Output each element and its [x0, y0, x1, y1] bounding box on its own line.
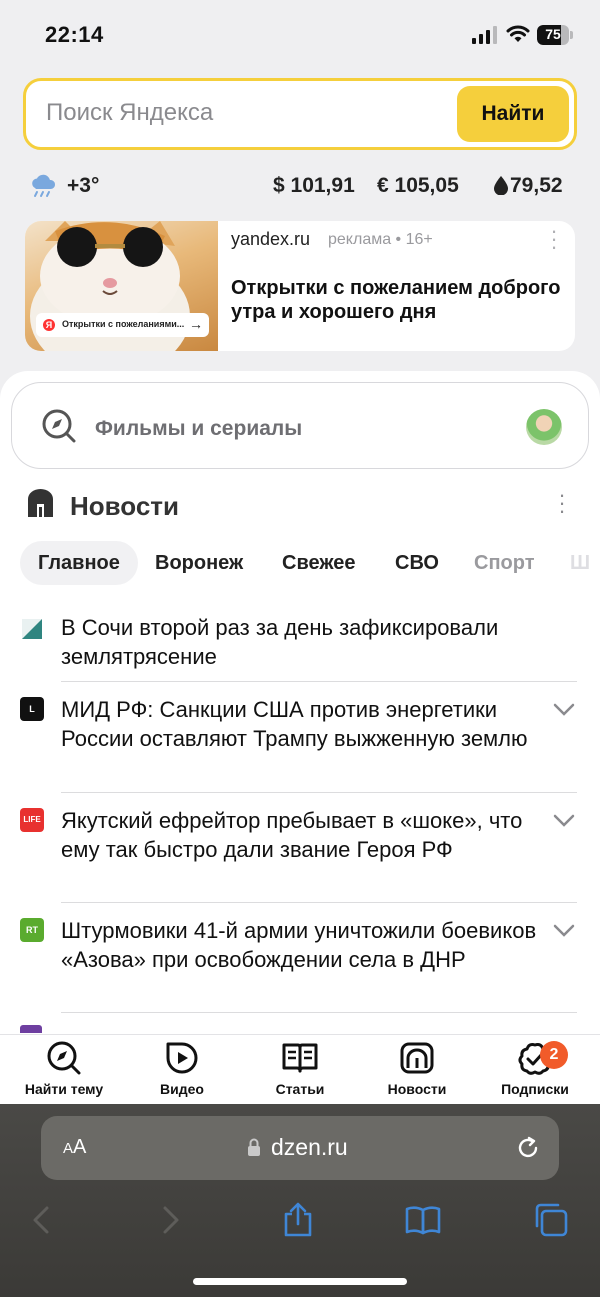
nav-subscriptions[interactable]: 2 Подписки: [480, 1041, 590, 1103]
divider: [61, 681, 577, 682]
tab-voronezh[interactable]: Воронеж: [155, 541, 243, 585]
share-icon[interactable]: [280, 1202, 316, 1238]
address-bar[interactable]: AA dzen.ru: [41, 1116, 559, 1180]
info-row: +3° $ 101,91 € 105,05 79,52: [0, 170, 600, 202]
tabs-icon[interactable]: [533, 1202, 569, 1238]
avatar[interactable]: [526, 409, 562, 445]
nav-video[interactable]: Видео: [127, 1041, 237, 1103]
bookmarks-icon[interactable]: [405, 1202, 441, 1238]
source-logo-icon: [22, 619, 42, 639]
book-icon: [282, 1043, 318, 1073]
news-headline[interactable]: МИД РФ: Санкции США против энергетики Ро…: [61, 695, 541, 753]
films-search-bar[interactable]: Фильмы и сериалы: [11, 382, 589, 469]
yandex-search-box: Найти: [23, 78, 577, 150]
oil-price[interactable]: 79,52: [510, 174, 563, 198]
source-logo-icon: LIFE: [20, 808, 44, 832]
usd-rate[interactable]: $ 101,91: [273, 174, 355, 198]
subscriptions-badge: 2: [540, 1041, 568, 1069]
divider: [61, 902, 577, 903]
lock-icon: [248, 1138, 260, 1156]
battery-icon: 75: [537, 25, 573, 45]
nav-label: Подписки: [501, 1081, 569, 1097]
source-logo-icon: RT: [20, 918, 44, 942]
wifi-icon: [506, 25, 530, 42]
video-icon: [166, 1042, 198, 1074]
nav-label: Найти тему: [24, 1081, 104, 1097]
battery-level: 75: [545, 26, 561, 42]
divider: [61, 792, 577, 793]
arrow-right-icon: →: [189, 316, 203, 332]
status-time: 22:14: [45, 22, 104, 47]
temperature[interactable]: +3°: [67, 174, 99, 198]
compass-search-icon: [47, 1041, 81, 1075]
cellular-signal-icon: [472, 26, 497, 44]
chevron-down-icon[interactable]: [553, 703, 575, 717]
tab-fresh[interactable]: Свежее: [282, 541, 356, 585]
url-text[interactable]: dzen.ru: [271, 1134, 348, 1161]
ad-title[interactable]: Открытки с пожеланием доброго утра и хор…: [231, 276, 561, 324]
chevron-down-icon[interactable]: [553, 924, 575, 938]
ad-chip[interactable]: Я Открытки с пожеланиями... →: [36, 313, 209, 337]
reload-icon[interactable]: [515, 1135, 541, 1161]
browser-chrome: AA dzen.ru: [0, 1104, 600, 1297]
nav-articles[interactable]: Статьи: [245, 1041, 355, 1103]
news-headline[interactable]: Якутский ефрейтор пребывает в «шоке», чт…: [61, 806, 541, 864]
tab-main[interactable]: Главное: [20, 541, 138, 585]
nav-label: Статьи: [275, 1081, 325, 1097]
status-bar: 22:14 75: [0, 0, 600, 70]
ad-chip-text: Открытки с пожеланиями...: [62, 319, 185, 329]
news-title[interactable]: Новости: [70, 491, 179, 522]
forward-icon[interactable]: [152, 1202, 188, 1238]
ad-more-icon[interactable]: · · ·: [549, 221, 559, 258]
search-input[interactable]: [46, 99, 446, 127]
cloud-rain-icon[interactable]: [29, 172, 57, 200]
yandex-logo-icon: Я: [43, 319, 55, 331]
text-size-button[interactable]: AA: [63, 1136, 86, 1159]
nav-find-topic[interactable]: Найти тему: [9, 1041, 119, 1103]
chevron-down-icon[interactable]: [553, 814, 575, 828]
home-indicator[interactable]: [193, 1278, 407, 1285]
divider: [61, 1012, 577, 1013]
news-tabs: Главное Воронеж Свежее СВО Спорт Ш: [20, 541, 600, 585]
tab-svo[interactable]: СВО: [395, 541, 439, 585]
source-logo-icon: L: [20, 697, 44, 721]
news-icon: [400, 1042, 434, 1074]
nav-news[interactable]: Новости: [362, 1041, 472, 1103]
news-more-icon[interactable]: · · ·: [555, 484, 569, 522]
news-headline[interactable]: Штурмовики 41-й армии уничтожили боевико…: [61, 916, 541, 974]
source-logo-icon: [20, 1025, 42, 1033]
ad-image-cat[interactable]: Я Открытки с пожеланиями... →: [25, 221, 218, 351]
news-logo-icon: [28, 489, 53, 517]
news-headline[interactable]: В Сочи второй раз за день зафиксировали …: [61, 613, 541, 671]
nav-label: Новости: [387, 1081, 447, 1097]
search-button[interactable]: Найти: [457, 86, 569, 142]
eur-rate[interactable]: € 105,05: [377, 174, 459, 198]
bottom-nav: Найти тему Видео Статьи Новости 2 Подпис…: [0, 1034, 600, 1104]
ad-domain[interactable]: yandex.ru: [231, 229, 310, 250]
oil-drop-icon: [494, 176, 508, 195]
tab-sport[interactable]: Спорт: [474, 541, 535, 585]
ad-card[interactable]: Я Открытки с пожеланиями... → yandex.ru …: [25, 221, 575, 351]
tab-more[interactable]: Ш: [570, 541, 590, 585]
news-header: Новости · · ·: [0, 484, 600, 527]
nav-label: Видео: [160, 1081, 204, 1097]
ad-meta: реклама • 16+: [328, 231, 433, 248]
compass-icon: [42, 409, 76, 443]
main-sheet: Фильмы и сериалы Новости · · · Главное Вор…: [0, 371, 600, 1034]
back-icon[interactable]: [24, 1202, 60, 1238]
films-label: Фильмы и сериалы: [95, 417, 303, 440]
